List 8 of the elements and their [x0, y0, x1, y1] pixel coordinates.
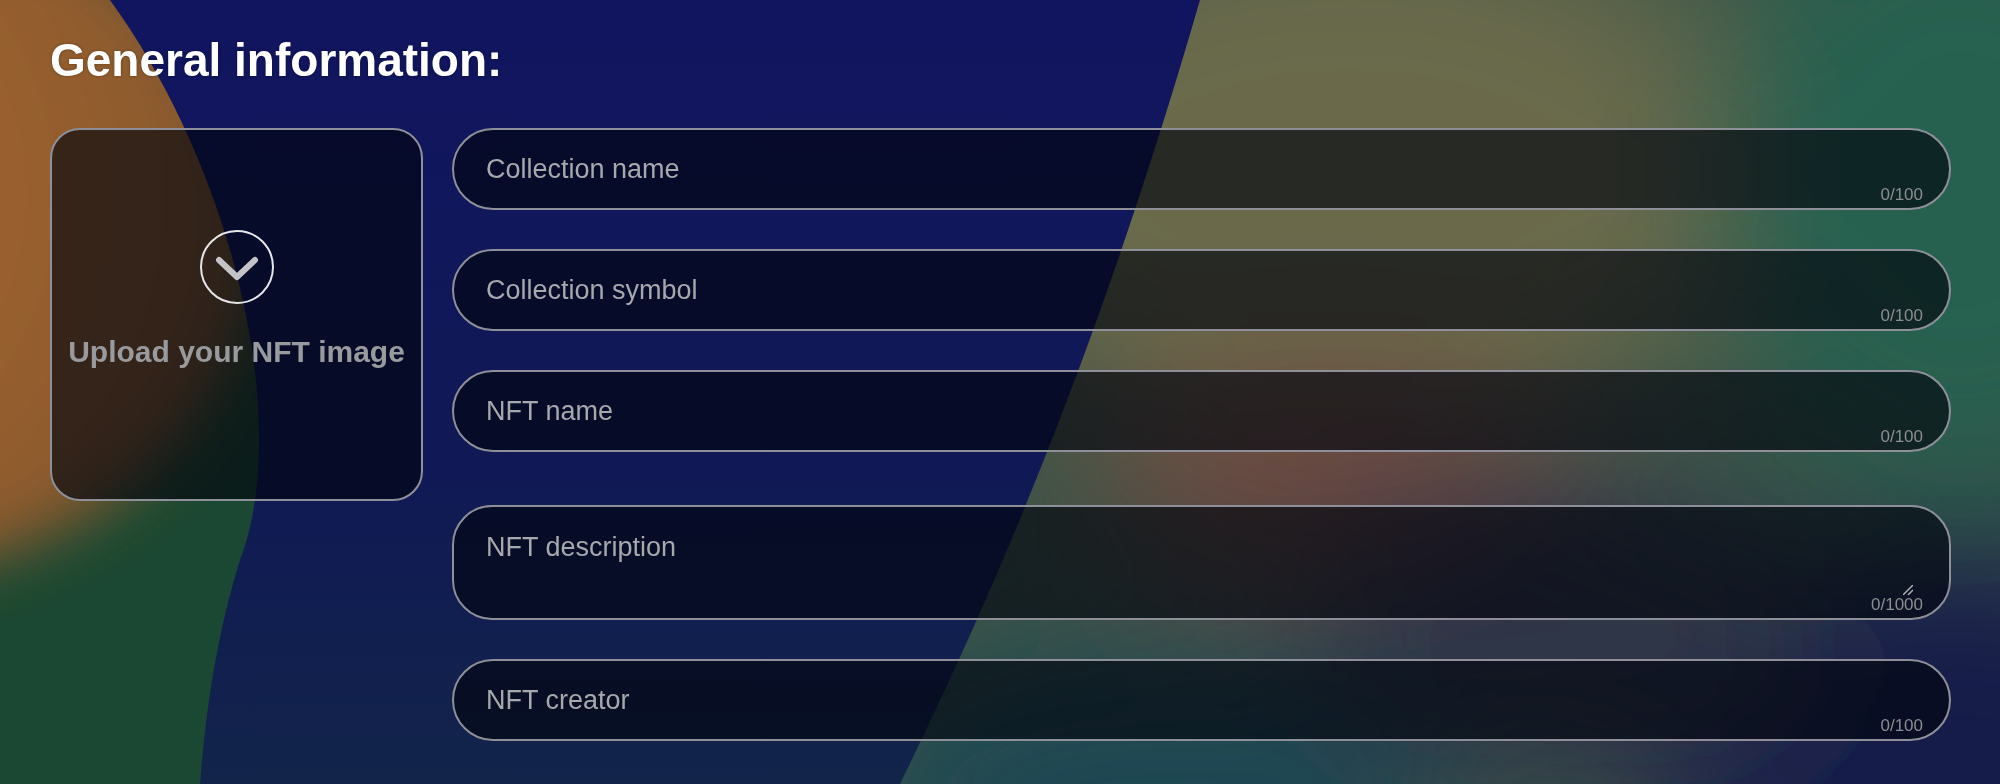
circled-chevron-down-icon [199, 230, 274, 304]
resize-handle-icon[interactable] [1903, 585, 1913, 595]
upload-image-button[interactable]: Upload your NFT image [50, 128, 423, 501]
character-counter: 0/1000 [1871, 596, 1923, 613]
character-counter: 0/100 [1880, 307, 1923, 324]
character-counter: 0/100 [1880, 186, 1923, 203]
character-counter: 0/100 [1880, 717, 1923, 734]
character-counter: 0/100 [1880, 428, 1923, 445]
